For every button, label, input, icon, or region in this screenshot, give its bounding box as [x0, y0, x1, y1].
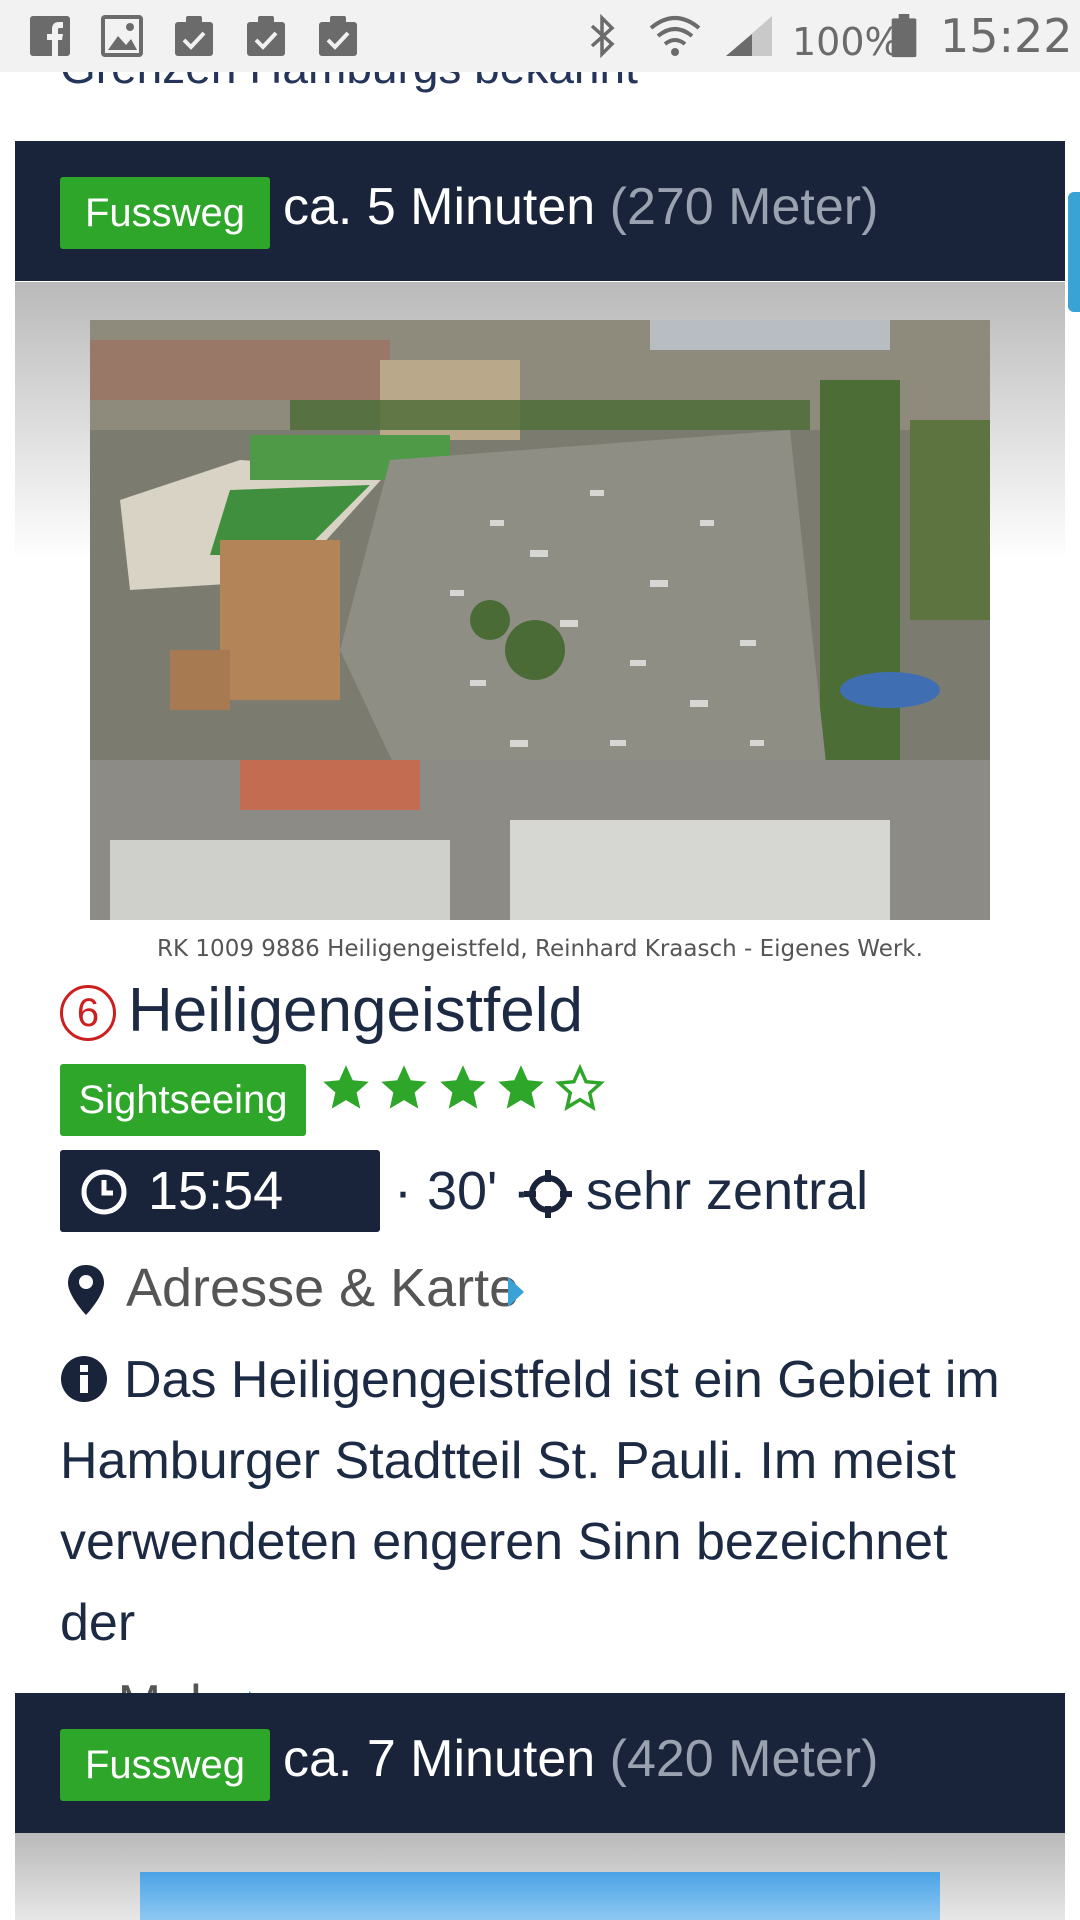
route-info: ca. 5 Minuten (270 Meter) — [283, 177, 878, 237]
route-time: ca. 7 Minuten — [283, 1730, 596, 1788]
info-icon — [61, 1356, 107, 1402]
place-number-badge: 6 — [60, 985, 116, 1041]
star-filled-icon — [498, 1065, 545, 1109]
photo-caption: RK 1009 9886 Heiligengeistfeld, Reinhard… — [157, 936, 923, 962]
route-info: ca. 7 Minuten (420 Meter) — [283, 1729, 878, 1789]
wifi-icon — [649, 16, 701, 56]
aerial-photo-illustration — [90, 320, 990, 920]
visit-duration: · 30' · — [394, 1161, 531, 1221]
battery-icon — [891, 14, 917, 58]
clock-icon — [81, 1169, 127, 1215]
route-bar: Fussweg ca. 7 Minuten (420 Meter) — [15, 1693, 1065, 1833]
route-mode-badge: Fussweg — [60, 1729, 270, 1801]
category-badge: Sightseeing — [60, 1064, 306, 1136]
status-bar: 100% 15:22 — [0, 0, 1080, 72]
facebook-icon — [30, 16, 70, 56]
description-text: Das Heiligengeistfeld ist ein Gebiet im … — [60, 1351, 1000, 1652]
arrival-time-badge: 15:54 Uhr — [60, 1150, 380, 1283]
location-label: sehr zentral — [586, 1161, 869, 1221]
bluetooth-icon — [590, 14, 615, 58]
star-filled-icon — [323, 1065, 369, 1109]
chevron-right-icon — [508, 1277, 524, 1307]
crosshair-icon — [524, 1170, 572, 1218]
battery-percent: 100% — [792, 20, 901, 64]
star-filled-icon — [440, 1065, 486, 1109]
gallery-icon — [101, 15, 143, 57]
next-place-photo[interactable] — [140, 1872, 940, 1920]
route-distance: (420 Meter) — [609, 1730, 879, 1788]
task-clipboard-icon — [319, 16, 357, 56]
clock: 15:22 — [940, 9, 1073, 63]
map-pin-icon — [68, 1265, 104, 1315]
task-clipboard-icon — [247, 16, 285, 56]
place-description: Das Heiligengeistfeld ist ein Gebiet im … — [60, 1340, 1020, 1745]
route-bar: Fussweg ca. 5 Minuten (270 Meter) — [15, 141, 1065, 281]
star-empty-icon — [554, 1063, 605, 1112]
scroll-indicator[interactable] — [1068, 192, 1080, 312]
task-clipboard-icon — [175, 16, 213, 56]
place-photo[interactable] — [90, 320, 990, 920]
rating-stars — [320, 1062, 608, 1132]
route-mode-badge: Fussweg — [60, 177, 270, 249]
route-distance: (270 Meter) — [609, 178, 879, 236]
place-title: Heiligengeistfeld — [128, 976, 583, 1045]
address-link-label: Adresse & Karte — [126, 1258, 520, 1318]
signal-icon — [726, 16, 772, 56]
route-time: ca. 5 Minuten — [283, 178, 596, 236]
star-filled-icon — [381, 1065, 428, 1109]
